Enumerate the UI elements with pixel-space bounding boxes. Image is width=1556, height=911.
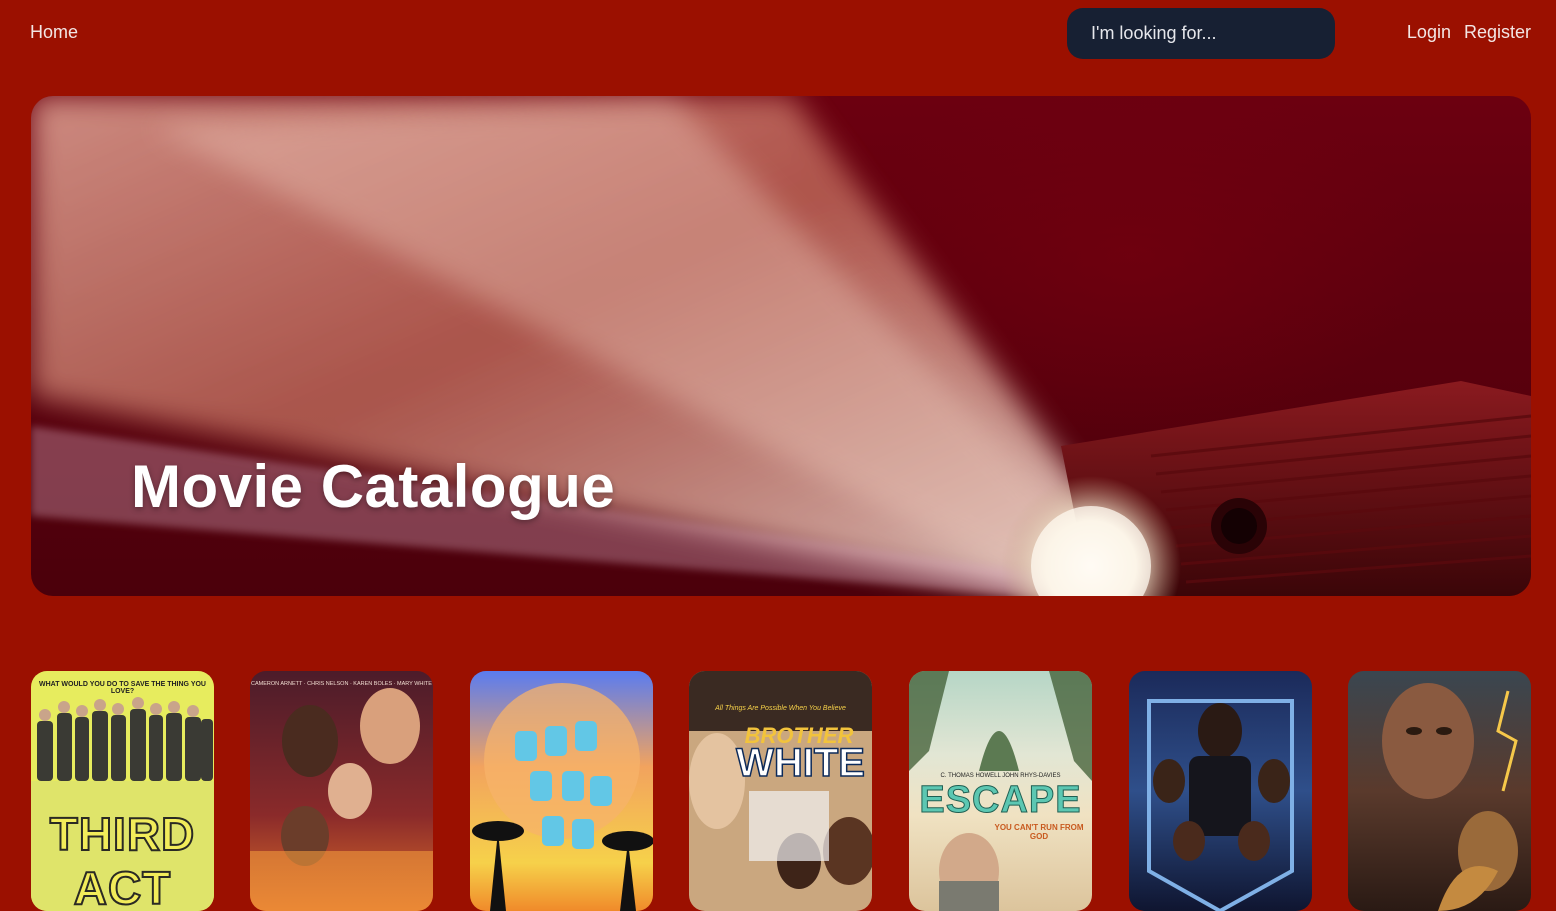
hero-banner: Movie Catalogue xyxy=(31,96,1531,596)
hero-title: Movie Catalogue xyxy=(131,453,616,520)
top-navbar: Home Login Register xyxy=(0,0,1556,66)
movie-card[interactable]: WHAT WOULD YOU DO TO SAVE THE THING YOU … xyxy=(31,671,214,911)
poster-image xyxy=(470,671,653,911)
search-input[interactable] xyxy=(1067,8,1335,59)
movie-card[interactable] xyxy=(1129,671,1312,911)
projector-hero-image xyxy=(31,96,1531,596)
poster-tagline: WHAT WOULD YOU DO TO SAVE THE THING YOU … xyxy=(39,681,206,695)
poster-image xyxy=(1348,671,1531,911)
poster-image xyxy=(1129,671,1312,911)
poster-tagline: YOU CAN'T RUN FROM GOD xyxy=(994,823,1084,841)
poster-image xyxy=(250,671,433,911)
login-link[interactable]: Login xyxy=(1407,22,1451,43)
poster-title-bottom: WHITE xyxy=(735,740,865,786)
register-link[interactable]: Register xyxy=(1464,22,1531,43)
movie-card[interactable]: All Things Are Possible When You Believe… xyxy=(689,671,872,911)
movie-card[interactable] xyxy=(470,671,653,911)
poster-title: THIRD ACT xyxy=(49,807,196,911)
auth-links: Login Register xyxy=(1407,22,1531,43)
poster-tagline: All Things Are Possible When You Believe xyxy=(715,705,846,712)
search-box xyxy=(1067,8,1335,59)
movie-card[interactable]: CAMERON ARNETT · CHRIS NELSON · KAREN BO… xyxy=(250,671,433,911)
movie-card[interactable] xyxy=(1348,671,1531,911)
nav-home-link[interactable]: Home xyxy=(30,22,78,43)
poster-credits: CAMERON ARNETT · CHRIS NELSON · KAREN BO… xyxy=(251,681,432,687)
movie-poster-row: WHAT WOULD YOU DO TO SAVE THE THING YOU … xyxy=(31,671,1531,911)
poster-title: ESCAPE xyxy=(919,779,1082,822)
movie-card[interactable]: C. THOMAS HOWELL JOHN RHYS-DAVIES ESCAPE… xyxy=(909,671,1092,911)
